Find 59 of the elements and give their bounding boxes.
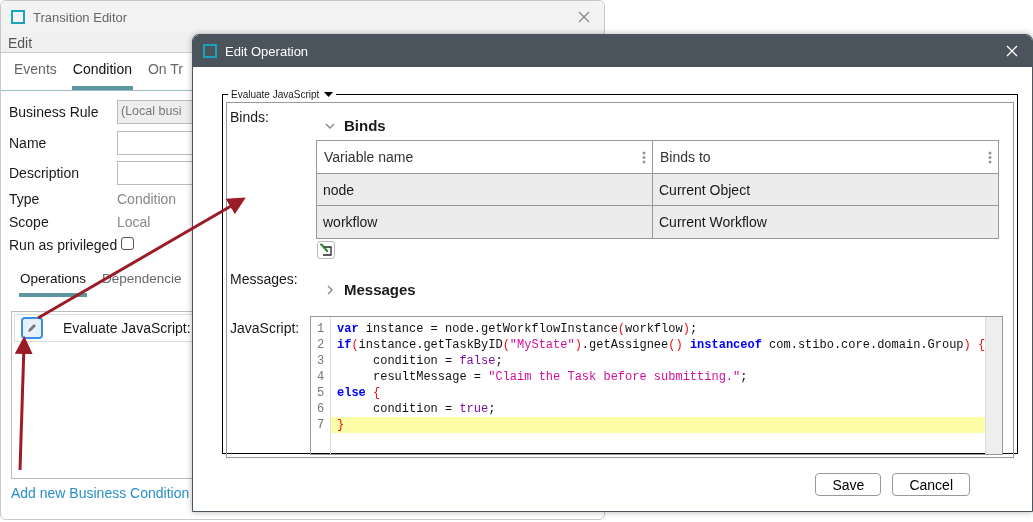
field-label: Description: [9, 165, 81, 181]
column-menu-icon[interactable]: [642, 150, 646, 164]
table-cell: Current Workflow: [653, 206, 999, 238]
code-line: if(instance.getTaskByID("MyState").getAssignee() instanceof com.stibo.core.domain.Group) {: [336, 337, 986, 353]
field-label: Name: [9, 135, 48, 151]
field-label: Run as privileged: [9, 237, 117, 253]
input-field[interactable]: [117, 131, 193, 155]
tab[interactable]: Operations: [19, 267, 88, 297]
input-field[interactable]: [117, 161, 193, 185]
column-menu-icon[interactable]: [988, 150, 993, 164]
code-line: else {: [336, 385, 382, 401]
checkbox[interactable]: [121, 237, 134, 250]
window-title: Transition Editor: [33, 9, 129, 25]
field-value: Condition: [117, 191, 178, 207]
edit-button[interactable]: [21, 317, 43, 339]
dialog-title: Edit Operation: [225, 43, 310, 59]
section-header[interactable]: Binds: [344, 117, 386, 134]
business-rule-field[interactable]: (Local busi: [117, 100, 193, 124]
line-number: 5: [316, 385, 325, 401]
window-icon: [11, 10, 25, 24]
section-header[interactable]: Messages: [344, 281, 416, 298]
table-cell: Current Object: [653, 174, 999, 206]
menu-item[interactable]: Edit: [8, 34, 33, 51]
line-number: 4: [316, 369, 325, 385]
code-line: var instance = node.getWorkflowInstance(workflow);: [336, 321, 699, 337]
line-number: 7: [316, 417, 325, 433]
dialog-button[interactable]: Cancel: [892, 473, 970, 496]
line-number: 6: [316, 401, 325, 417]
code-line: condition = true;: [372, 401, 497, 417]
scrollbar[interactable]: [985, 317, 1003, 454]
field-label: Business Rule: [9, 104, 100, 120]
pencil-icon: [26, 322, 38, 334]
field-label: Scope: [9, 214, 50, 230]
dialog-button[interactable]: Save: [815, 473, 882, 496]
tab[interactable]: Dependencie: [101, 267, 183, 297]
window-icon: [203, 44, 217, 58]
tab[interactable]: Events: [13, 53, 58, 90]
tab[interactable]: Condition: [71, 53, 133, 90]
column-header[interactable]: Variable name: [324, 149, 414, 165]
code-editor[interactable]: [310, 316, 1004, 455]
tab[interactable]: On Tr: [146, 53, 184, 90]
field-value: Local: [117, 214, 152, 230]
code-line: resultMessage = "Claim the Task before submitting.";: [372, 369, 749, 385]
add-condition-link[interactable]: Add new Business Condition: [11, 485, 193, 501]
column-header[interactable]: Binds to: [660, 149, 711, 165]
group-title: Evaluate JavaScript: [231, 89, 320, 100]
line-number: 3: [316, 353, 325, 369]
line-number: 1: [316, 321, 325, 337]
table-cell: workflow: [317, 206, 653, 238]
field-label: Type: [9, 191, 41, 207]
field-label: Binds:: [230, 108, 270, 127]
code-line: condition = false;: [372, 353, 504, 369]
field-label: Messages:: [230, 270, 299, 289]
dropdown-arrow-icon[interactable]: [324, 91, 334, 98]
edit-binds-button[interactable]: [317, 241, 335, 259]
table-cell: node: [317, 174, 653, 206]
edit-pencil-icon: [319, 243, 333, 257]
field-label: JavaScript:: [230, 319, 301, 338]
line-number: 2: [316, 337, 325, 353]
